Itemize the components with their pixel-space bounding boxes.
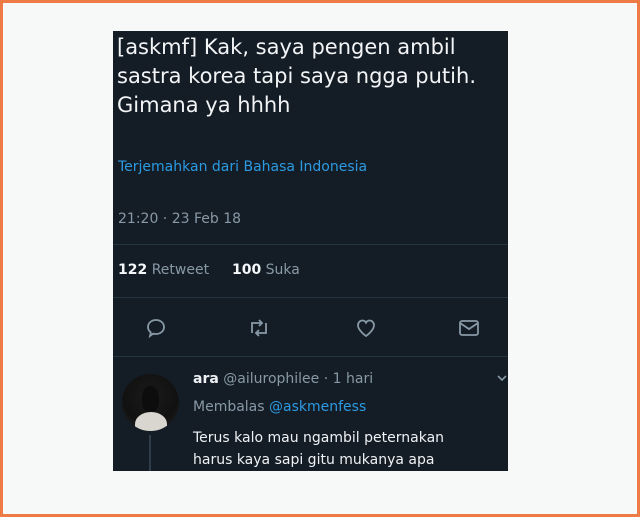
reply-text: Terus kalo mau ngambil peternakan harus … (193, 430, 445, 468)
tweet-action-bar (113, 313, 508, 343)
tweet-timestamp: 21:20 · 23 Feb 18 (118, 211, 242, 227)
avatar[interactable] (122, 374, 179, 431)
translate-link[interactable]: Terjemahkan dari Bahasa Indonesia (118, 159, 367, 175)
reply-author-name[interactable]: ara (193, 371, 219, 387)
chevron-down-icon[interactable] (495, 371, 508, 385)
reply-time: · 1 hari (323, 371, 374, 387)
tweet-text: [askmf] Kak, saya pengen ambil sastra ko… (117, 35, 476, 117)
reply-author-handle[interactable]: @ailurophilee (223, 371, 319, 387)
message-icon[interactable] (454, 313, 484, 343)
replying-label: Membalas (193, 399, 265, 415)
retweet-label[interactable]: Retweet (152, 262, 209, 278)
replying-to: Membalas @askmenfess (193, 399, 366, 415)
like-icon[interactable] (351, 313, 381, 343)
tweet-stats: 122 Retweet 100 Suka (118, 262, 300, 278)
retweet-icon[interactable] (244, 313, 274, 343)
reply-icon[interactable] (141, 313, 171, 343)
retweet-count[interactable]: 122 (118, 262, 147, 278)
like-label[interactable]: Suka (266, 262, 300, 278)
tweet-screenshot: [askmf] Kak, saya pengen ambil sastra ko… (113, 31, 508, 471)
replying-mention[interactable]: @askmenfess (269, 399, 366, 415)
thread-line (149, 435, 151, 471)
like-count[interactable]: 100 (232, 262, 261, 278)
reply-header: ara @ailurophilee · 1 hari (193, 371, 373, 387)
divider (113, 244, 508, 245)
divider (113, 356, 508, 357)
divider (113, 297, 508, 298)
